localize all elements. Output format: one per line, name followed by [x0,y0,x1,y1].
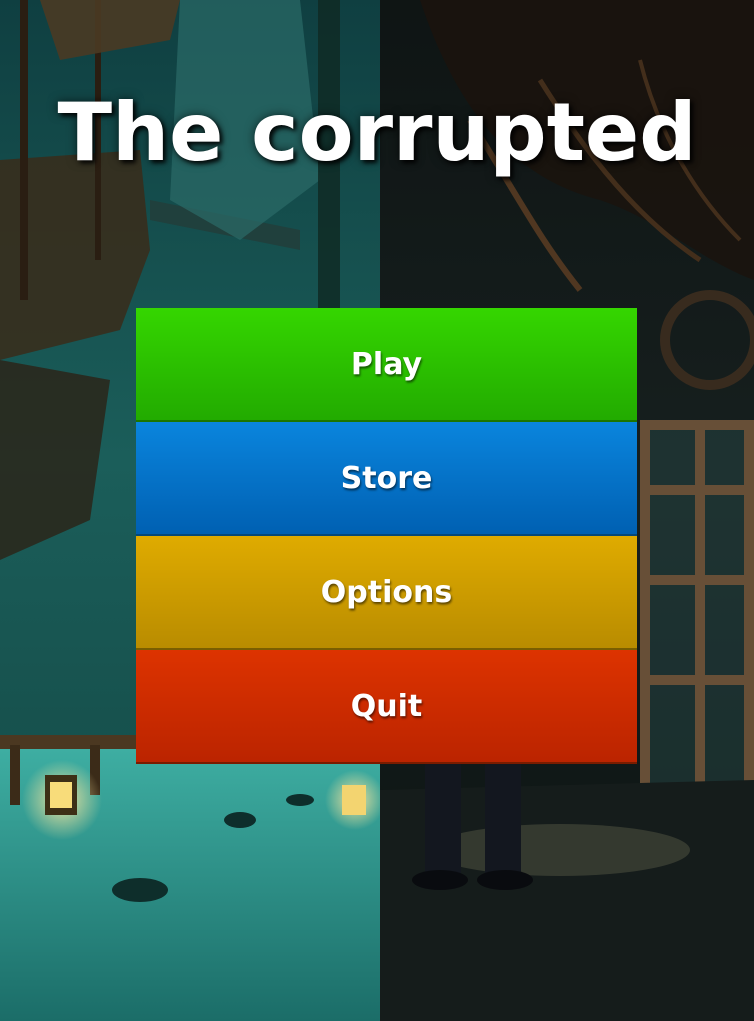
quit-button[interactable]: Quit [136,650,637,764]
options-button[interactable]: Options [136,536,637,650]
store-button[interactable]: Store [136,422,637,536]
main-menu: Play Store Options Quit [136,308,637,764]
options-button-label: Options [320,574,453,610]
play-button-label: Play [350,346,423,382]
quit-button-label: Quit [350,688,423,724]
game-title: The corrupted [57,86,697,179]
play-button[interactable]: Play [136,308,637,422]
store-button-label: Store [340,460,433,496]
